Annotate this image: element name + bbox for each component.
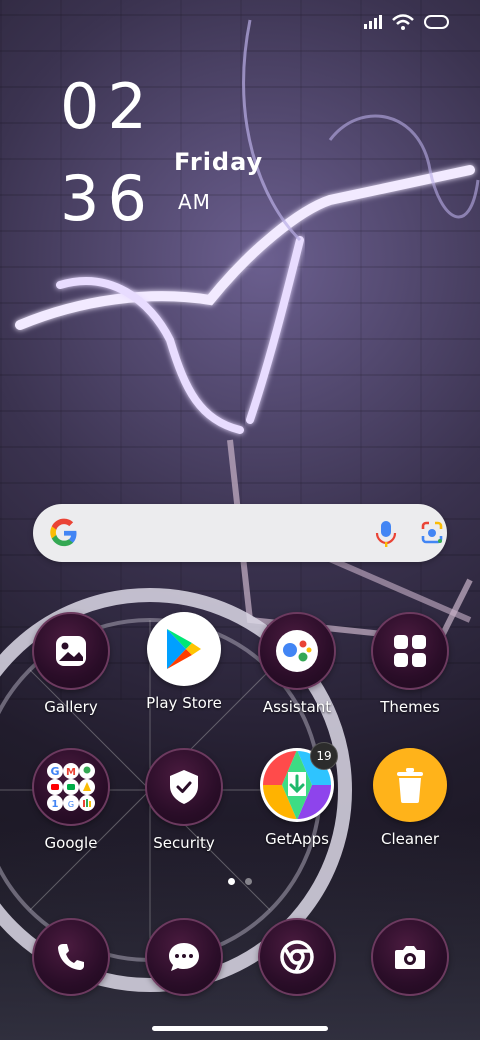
app-google-folder[interactable]: G M 1 G Google xyxy=(16,748,126,852)
chrome-icon[interactable] xyxy=(258,918,336,996)
dock-camera[interactable] xyxy=(355,918,465,996)
clock-ampm[interactable]: AM xyxy=(178,190,211,214)
page-dot[interactable] xyxy=(245,878,252,885)
gallery-icon[interactable] xyxy=(32,612,110,690)
app-gallery[interactable]: Gallery xyxy=(16,612,126,716)
app-label: GetApps xyxy=(265,830,329,848)
cleaner-icon[interactable] xyxy=(373,748,447,822)
app-play-store[interactable]: Play Store xyxy=(129,612,239,712)
clock-minute[interactable]: 36 xyxy=(60,162,155,235)
messages-icon[interactable] xyxy=(145,918,223,996)
svg-text:1: 1 xyxy=(52,799,59,810)
clock-hour[interactable]: 02 xyxy=(60,70,155,143)
lens-icon[interactable] xyxy=(419,521,445,545)
mic-icon[interactable] xyxy=(375,520,397,548)
camera-icon[interactable] xyxy=(371,918,449,996)
status-bar xyxy=(364,14,450,30)
svg-text:M: M xyxy=(66,767,76,778)
clock-day[interactable]: Friday xyxy=(174,148,263,176)
app-security[interactable]: Security xyxy=(129,748,239,852)
svg-text:G: G xyxy=(68,800,74,809)
svg-text:G: G xyxy=(50,765,59,778)
google-search-bar[interactable] xyxy=(33,504,447,562)
dock-chrome[interactable] xyxy=(242,918,352,996)
play-store-icon[interactable] xyxy=(147,612,221,686)
phone-icon[interactable] xyxy=(32,918,110,996)
notification-badge: 19 xyxy=(310,742,338,770)
page-dot-active[interactable] xyxy=(228,878,235,885)
battery-icon xyxy=(424,15,449,29)
assistant-icon[interactable] xyxy=(258,612,336,690)
app-themes[interactable]: Themes xyxy=(355,612,465,716)
page-indicator[interactable] xyxy=(0,878,480,885)
app-label: Google xyxy=(44,834,98,852)
themes-icon[interactable] xyxy=(371,612,449,690)
app-label: Security xyxy=(153,834,215,852)
gesture-nav-bar[interactable] xyxy=(152,1026,328,1031)
app-label: Play Store xyxy=(146,694,222,712)
app-cleaner[interactable]: Cleaner xyxy=(355,748,465,848)
app-label: Gallery xyxy=(44,698,98,716)
google-g-icon xyxy=(50,518,77,547)
signal-icon xyxy=(364,15,382,29)
app-label: Cleaner xyxy=(381,830,439,848)
dock-phone[interactable] xyxy=(16,918,126,996)
app-label: Assistant xyxy=(262,698,332,716)
app-assistant[interactable]: Assistant xyxy=(242,612,352,716)
dock-messages[interactable] xyxy=(129,918,239,996)
security-icon[interactable] xyxy=(145,748,223,826)
wifi-icon xyxy=(392,14,414,30)
app-getapps[interactable]: 19 GetApps xyxy=(242,742,352,848)
app-label: Themes xyxy=(380,698,440,716)
google-folder-icon[interactable]: G M 1 G xyxy=(32,748,110,826)
getapps-icon[interactable]: 19 xyxy=(260,742,338,822)
